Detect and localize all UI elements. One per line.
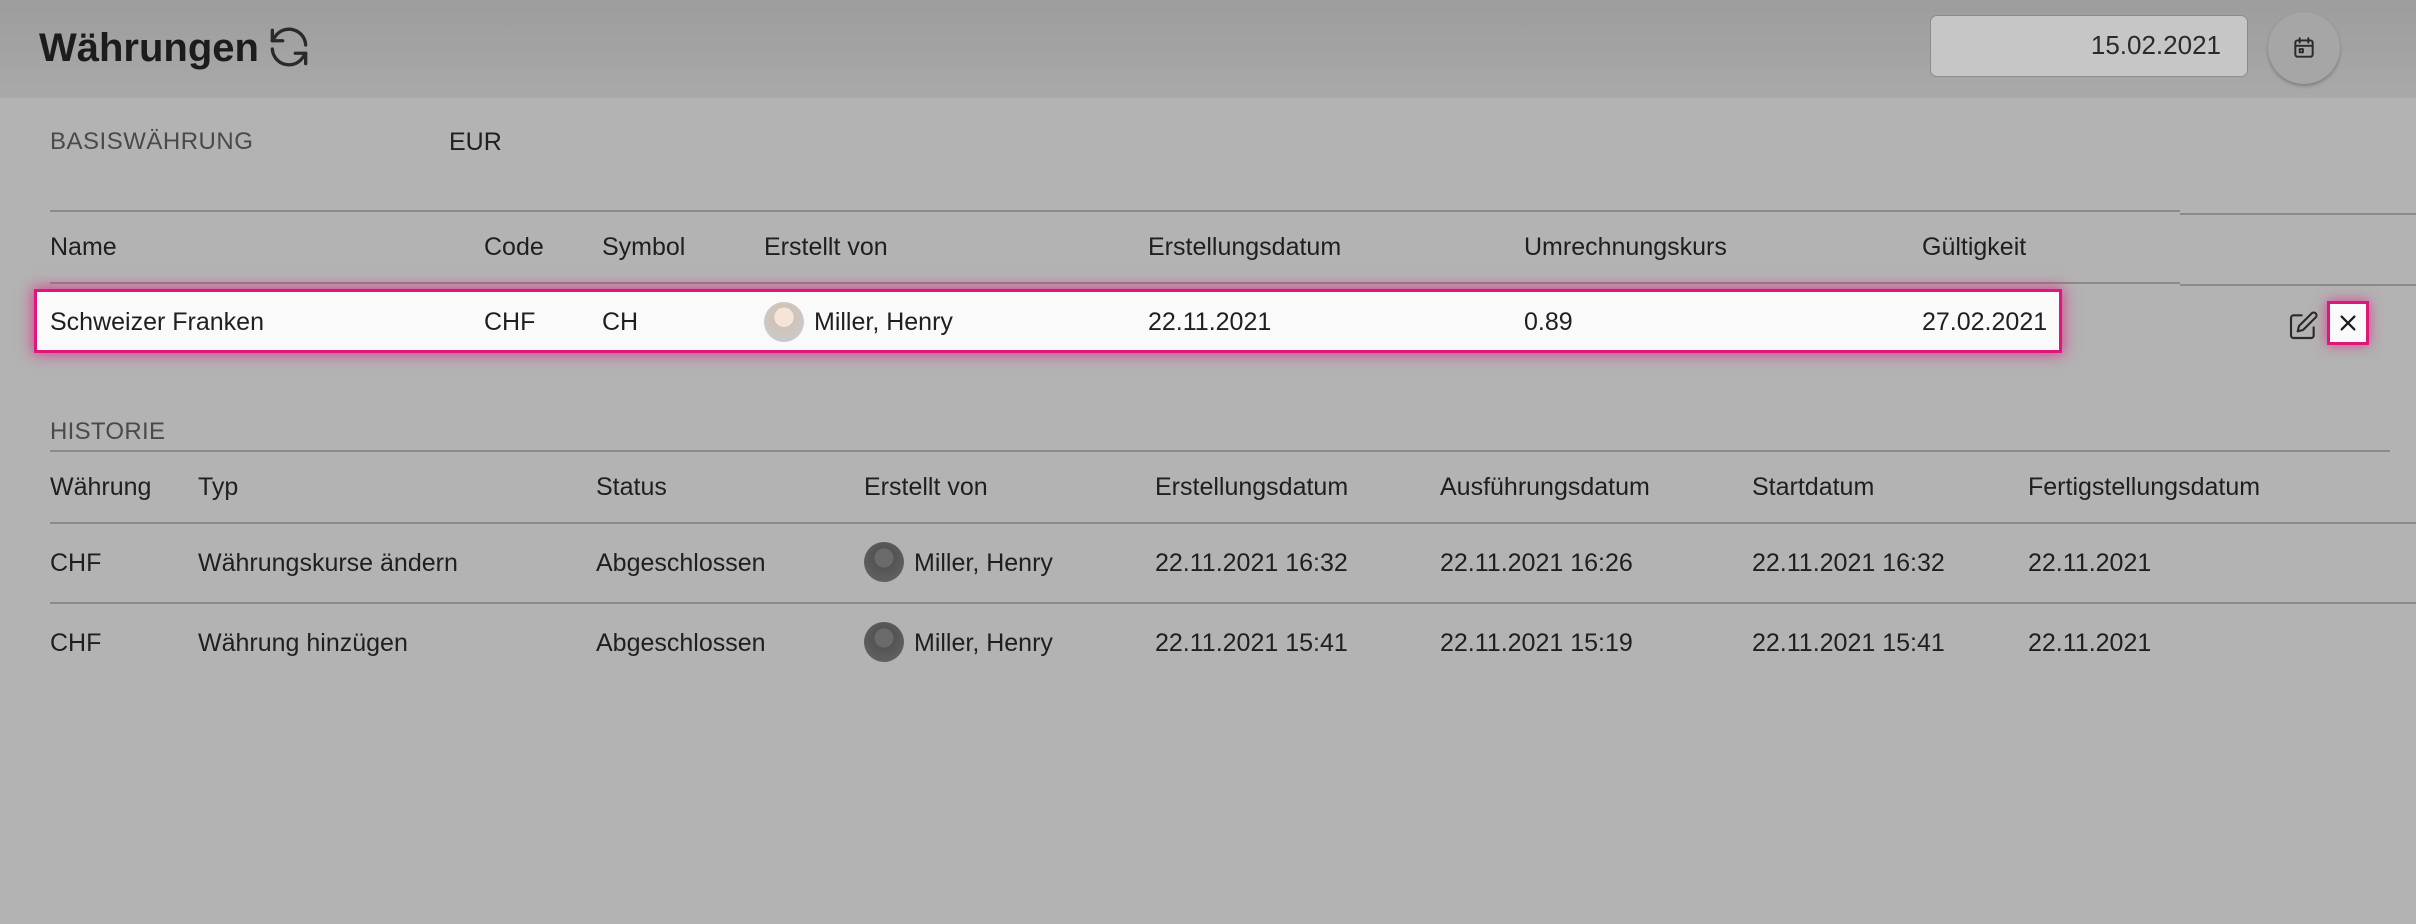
history-cell-status: Abgeschlossen bbox=[596, 549, 766, 577]
base-currency-label: BASISWÄHRUNG bbox=[50, 128, 254, 155]
cell-created-by: Miller, Henry bbox=[814, 308, 953, 336]
base-currency-value: EUR bbox=[449, 128, 502, 156]
column-header-created-by[interactable]: Erstellt von bbox=[764, 233, 888, 262]
divider bbox=[50, 522, 2416, 524]
column-header-currency[interactable]: Währung bbox=[50, 473, 151, 502]
column-header-code[interactable]: Code bbox=[484, 233, 544, 262]
history-cell-created: 22.11.2021 15:41 bbox=[1155, 629, 1348, 657]
history-cell-type: Währungskurse ändern bbox=[198, 549, 458, 577]
cell-code: CHF bbox=[484, 308, 536, 336]
column-header-completion-date[interactable]: Fertigstellungsdatum bbox=[2028, 473, 2260, 502]
page-title: Währungen bbox=[39, 26, 259, 70]
edit-icon[interactable] bbox=[2287, 310, 2319, 342]
divider bbox=[50, 282, 2180, 284]
cell-created-date: 22.11.2021 bbox=[1148, 308, 1272, 336]
divider bbox=[50, 210, 2180, 212]
history-cell-finished: 22.11.2021 bbox=[2028, 629, 2152, 657]
column-header-created-by[interactable]: Erstellt von bbox=[864, 473, 988, 502]
avatar bbox=[864, 542, 904, 582]
divider bbox=[50, 602, 2416, 604]
date-field[interactable]: 15.02.2021 bbox=[1930, 15, 2248, 77]
cell-symbol: CH bbox=[602, 308, 639, 336]
history-cell-executed: 22.11.2021 16:26 bbox=[1440, 549, 1633, 577]
calendar-icon bbox=[2294, 37, 2314, 58]
column-header-created-date[interactable]: Erstellungsdatum bbox=[1148, 233, 1341, 262]
history-cell-currency: CHF bbox=[50, 549, 102, 577]
history-label: HISTORIE bbox=[50, 418, 166, 445]
close-icon bbox=[2340, 315, 2356, 331]
history-cell-currency: CHF bbox=[50, 629, 102, 657]
refresh-icon[interactable] bbox=[264, 22, 314, 72]
column-header-status[interactable]: Status bbox=[596, 473, 667, 502]
history-cell-created-by: Miller, Henry bbox=[914, 549, 1053, 577]
history-cell-start: 22.11.2021 15:41 bbox=[1752, 629, 1945, 657]
history-cell-finished: 22.11.2021 bbox=[2028, 549, 2152, 577]
history-cell-created-by: Miller, Henry bbox=[914, 629, 1053, 657]
column-header-name[interactable]: Name bbox=[50, 233, 117, 262]
history-cell-type: Währung hinzügen bbox=[198, 629, 408, 657]
history-cell-start: 22.11.2021 16:32 bbox=[1752, 549, 1945, 577]
column-header-validity[interactable]: Gültigkeit bbox=[1922, 233, 2026, 262]
avatar bbox=[864, 622, 904, 662]
divider bbox=[50, 450, 2390, 452]
column-header-symbol[interactable]: Symbol bbox=[602, 233, 685, 262]
calendar-button[interactable] bbox=[2268, 12, 2340, 84]
history-cell-status: Abgeschlossen bbox=[596, 629, 766, 657]
cell-validity: 27.02.2021 bbox=[1922, 308, 2048, 336]
column-header-execution-date[interactable]: Ausführungsdatum bbox=[1440, 473, 1650, 502]
divider bbox=[2180, 213, 2416, 215]
cell-rate: 0.89 bbox=[1524, 308, 1573, 336]
column-header-start-date[interactable]: Startdatum bbox=[1752, 473, 1874, 502]
column-header-rate[interactable]: Umrechnungskurs bbox=[1524, 233, 1727, 262]
history-cell-executed: 22.11.2021 15:19 bbox=[1440, 629, 1633, 657]
avatar bbox=[764, 302, 804, 342]
column-header-type[interactable]: Typ bbox=[198, 473, 238, 502]
header-bar: Währungen 15.02.2021 bbox=[0, 0, 2416, 98]
delete-button[interactable] bbox=[2330, 304, 2366, 342]
cell-name: Schweizer Franken bbox=[50, 308, 264, 336]
divider bbox=[2180, 284, 2416, 286]
history-cell-created: 22.11.2021 16:32 bbox=[1155, 549, 1348, 577]
table-row-selected[interactable] bbox=[37, 292, 2059, 350]
column-header-created-date[interactable]: Erstellungsdatum bbox=[1155, 473, 1348, 502]
